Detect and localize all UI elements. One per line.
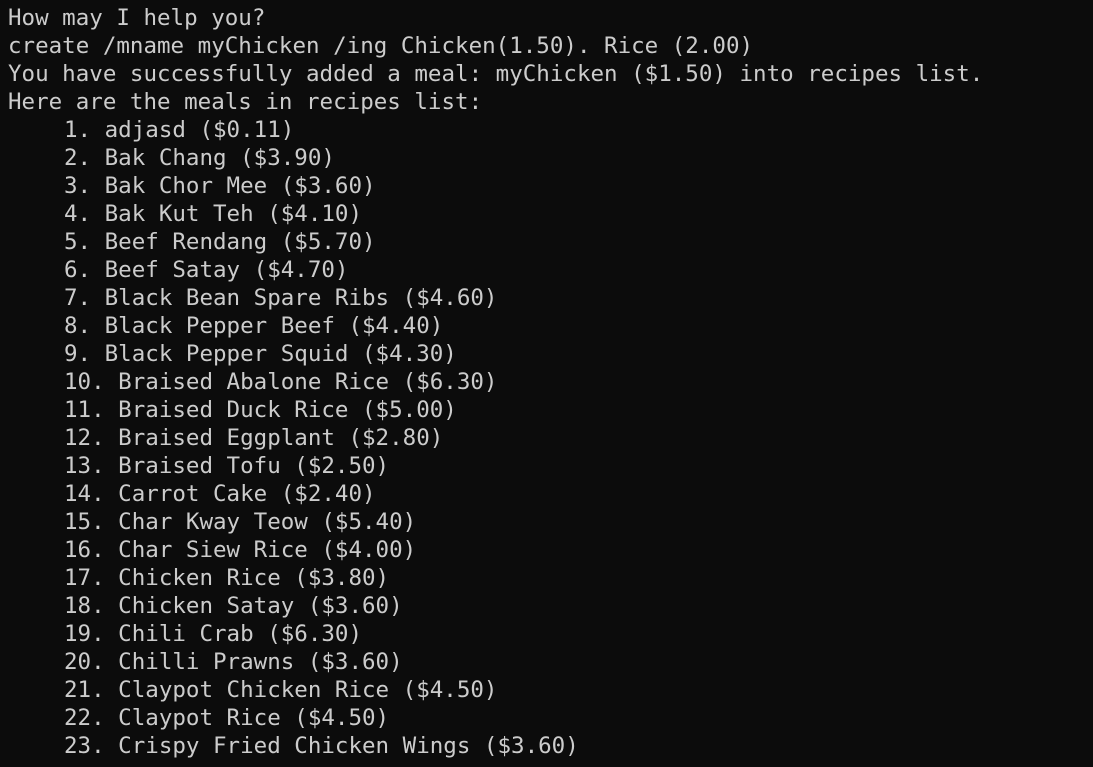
meal-list-item: 1. adjasd ($0.11) [64,117,295,143]
meal-list-item: 22. Claypot Rice ($4.50) [64,705,390,731]
meal-list-item: 8. Black Pepper Beef ($4.40) [64,313,444,339]
meal-list-item: 13. Braised Tofu ($2.50) [64,453,390,479]
meal-list-item: 7. Black Bean Spare Ribs ($4.60) [64,285,498,311]
prompt-line: How may I help you? [8,5,266,31]
meal-list-item: 12. Braised Eggplant ($2.80) [64,425,444,451]
meal-list-item: 18. Chicken Satay ($3.60) [64,593,403,619]
meal-list-item: 4. Bak Kut Teh ($4.10) [64,201,363,227]
success-message: You have successfully added a meal: myCh… [8,61,984,87]
meal-list-item: 11. Braised Duck Rice ($5.00) [64,397,457,423]
meal-list-item: 21. Claypot Chicken Rice ($4.50) [64,677,498,703]
meal-list-item: 15. Char Kway Teow ($5.40) [64,509,417,535]
meal-list-item: 5. Beef Rendang ($5.70) [64,229,376,255]
meal-list-item: 17. Chicken Rice ($3.80) [64,565,390,591]
meal-list-item: 10. Braised Abalone Rice ($6.30) [64,369,498,395]
meal-list-item: 20. Chilli Prawns ($3.60) [64,649,403,675]
meal-list-item: 16. Char Siew Rice ($4.00) [64,537,417,563]
meal-list-item: 3. Bak Chor Mee ($3.60) [64,173,376,199]
meal-list-item: 19. Chili Crab ($6.30) [64,621,363,647]
meal-list-item: 14. Carrot Cake ($2.40) [64,481,376,507]
meal-list-item: 23. Crispy Fried Chicken Wings ($3.60) [64,733,579,759]
list-header: Here are the meals in recipes list: [8,89,483,115]
meal-list: 1. adjasd ($0.11) 2. Bak Chang ($3.90) 3. … [8,116,1093,760]
meal-list-item: 6. Beef Satay ($4.70) [64,257,349,283]
meal-list-item: 9. Black Pepper Squid ($4.30) [64,341,457,367]
terminal-window[interactable]: How may I help you? create /mname myChic… [0,0,1093,767]
command-line: create /mname myChicken /ing Chicken(1.5… [8,33,754,59]
meal-list-item: 2. Bak Chang ($3.90) [64,145,335,171]
